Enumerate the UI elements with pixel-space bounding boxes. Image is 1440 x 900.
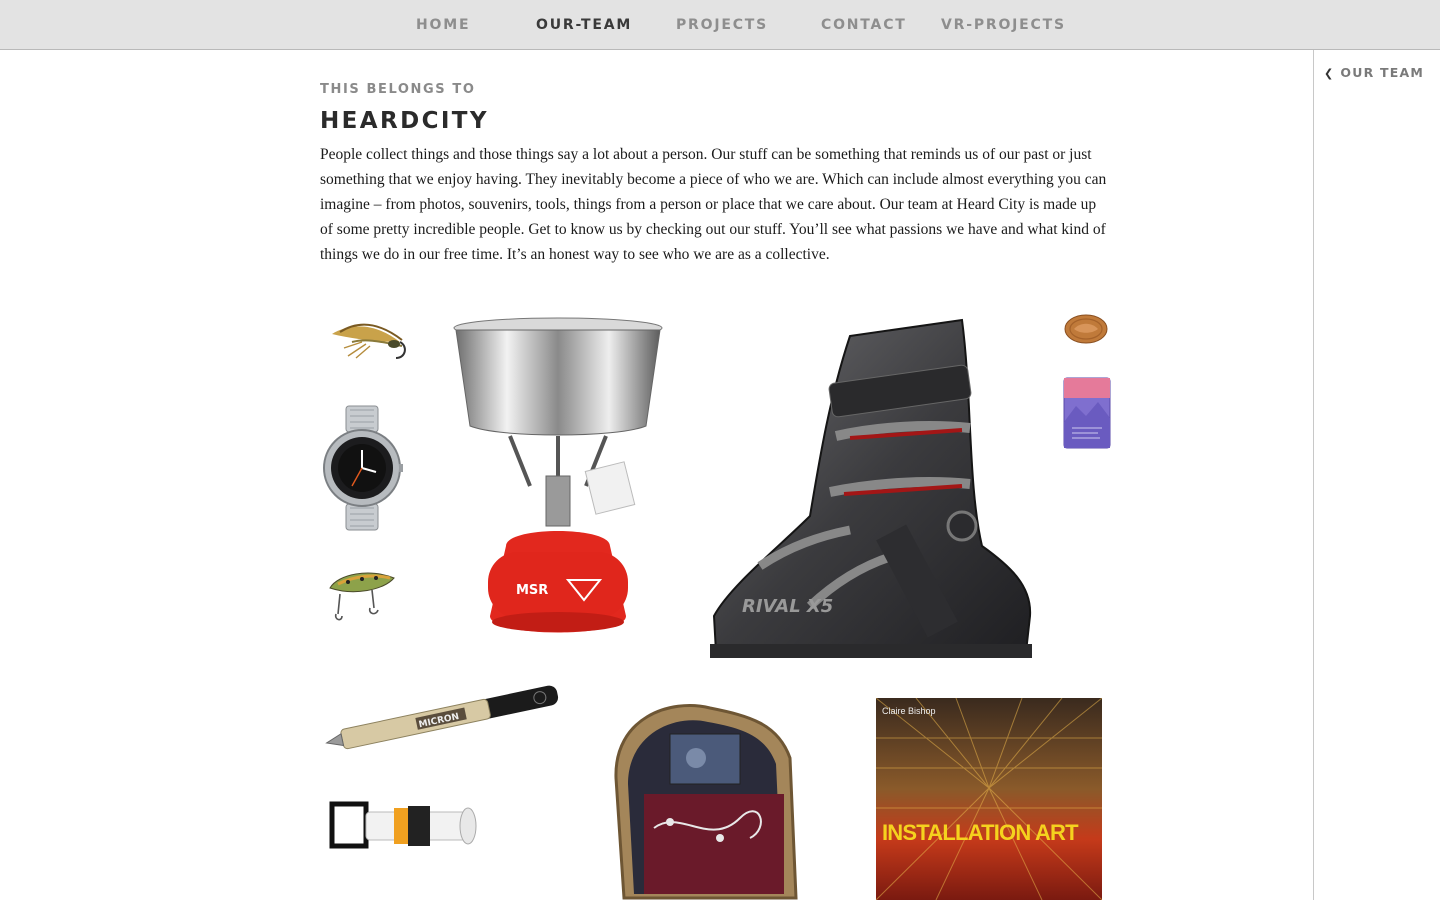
side-panel: ❮ OUR TEAM [1313, 50, 1440, 900]
camp-stove-image[interactable]: MSR [440, 316, 676, 646]
intro-paragraph: People collect things and those things s… [320, 146, 1107, 263]
nav-home[interactable]: HOME [416, 17, 470, 33]
chevron-left-icon: ❮ [1324, 67, 1335, 80]
wristwatch-image[interactable] [322, 405, 403, 531]
nav-vr-projects[interactable]: VR-PROJECTS [941, 17, 1066, 33]
pressed-penny-image[interactable] [1064, 312, 1108, 346]
installation-art-book-image[interactable]: Claire Bishop INSTALLATION ART [876, 698, 1102, 900]
fishing-fly-image[interactable] [322, 312, 410, 374]
bubble-level-image[interactable] [329, 796, 478, 858]
svg-text:RIVAL X5: RIVAL X5 [742, 596, 833, 617]
book-author: Claire Bishop [882, 706, 936, 716]
nav-contact[interactable]: CONTACT [821, 17, 907, 33]
svg-text:MSR: MSR [516, 583, 548, 598]
library-card-image[interactable] [1063, 377, 1111, 449]
book-title: INSTALLATION ART [882, 820, 1079, 845]
ski-boot-image[interactable]: RIVAL X5 [700, 316, 1038, 666]
back-link-label: OUR TEAM [1340, 65, 1424, 80]
top-navigation: HOME OUR-TEAM PROJECTS CONTACT VR-PROJEC… [0, 0, 1440, 50]
piano-music-box-image[interactable] [600, 698, 802, 900]
page-eyebrow: THIS BELONGS TO [320, 82, 476, 97]
micron-pen-image[interactable]: MICRON [320, 676, 568, 760]
page-title: HEARDCITY [320, 108, 489, 134]
nav-our-team[interactable]: OUR-TEAM [536, 17, 632, 33]
back-to-our-team-link[interactable]: ❮ OUR TEAM [1324, 65, 1424, 80]
fishing-lure-image[interactable] [324, 560, 402, 630]
nav-projects[interactable]: PROJECTS [676, 17, 768, 33]
